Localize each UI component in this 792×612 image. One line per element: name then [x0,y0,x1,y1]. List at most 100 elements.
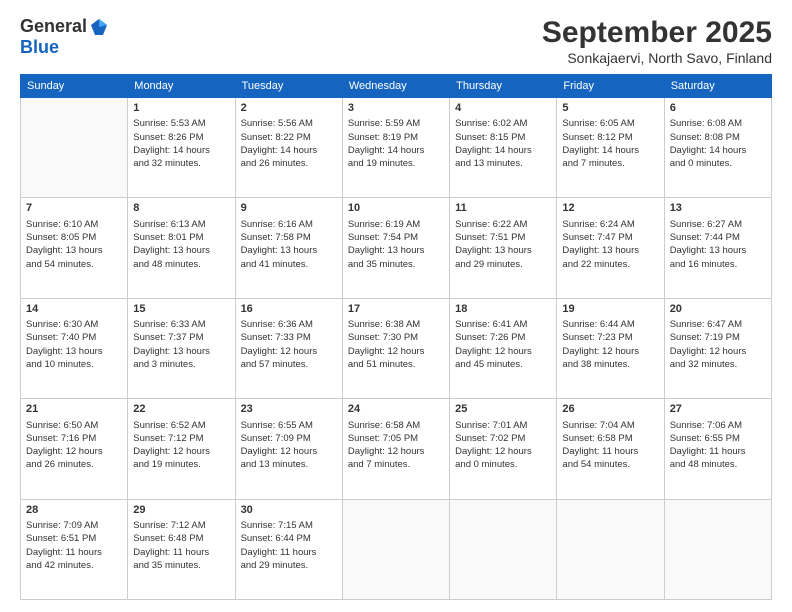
day-info: Daylight: 13 hours [26,345,122,358]
day-info: Daylight: 11 hours [670,445,766,458]
day-info: Sunrise: 7:12 AM [133,519,229,532]
table-row: 20Sunrise: 6:47 AMSunset: 7:19 PMDayligh… [664,298,771,398]
day-info: Sunrise: 6:27 AM [670,218,766,231]
day-info: Sunrise: 6:41 AM [455,318,551,331]
day-info: and 26 minutes. [241,157,337,170]
day-number: 20 [670,302,766,317]
day-info: Sunset: 6:48 PM [133,532,229,545]
page: General Blue September 2025 Sonkajaervi,… [0,0,792,612]
day-info: Daylight: 14 hours [455,144,551,157]
day-number: 7 [26,201,122,216]
day-info: Sunrise: 6:16 AM [241,218,337,231]
table-row: 7Sunrise: 6:10 AMSunset: 8:05 PMDaylight… [21,198,128,298]
header-saturday: Saturday [664,75,771,98]
logo: General Blue [20,16,109,58]
day-info: Daylight: 12 hours [455,345,551,358]
table-row: 30Sunrise: 7:15 AMSunset: 6:44 PMDayligh… [235,499,342,599]
day-info: and 10 minutes. [26,358,122,371]
day-info: Daylight: 14 hours [670,144,766,157]
day-info: Sunrise: 6:13 AM [133,218,229,231]
table-row: 25Sunrise: 7:01 AMSunset: 7:02 PMDayligh… [450,399,557,499]
day-number: 14 [26,302,122,317]
day-info: Sunset: 6:58 PM [562,432,658,445]
day-info: Sunset: 7:37 PM [133,331,229,344]
day-info: Sunset: 7:47 PM [562,231,658,244]
day-info: and 29 minutes. [241,559,337,572]
day-info: and 48 minutes. [670,458,766,471]
day-info: Daylight: 11 hours [241,546,337,559]
day-info: and 32 minutes. [133,157,229,170]
day-info: Sunset: 8:05 PM [26,231,122,244]
table-row: 6Sunrise: 6:08 AMSunset: 8:08 PMDaylight… [664,98,771,198]
table-row: 29Sunrise: 7:12 AMSunset: 6:48 PMDayligh… [128,499,235,599]
day-info: Daylight: 12 hours [348,345,444,358]
day-info: Daylight: 12 hours [241,445,337,458]
table-row: 23Sunrise: 6:55 AMSunset: 7:09 PMDayligh… [235,399,342,499]
header-monday: Monday [128,75,235,98]
day-info: Daylight: 12 hours [670,345,766,358]
day-info: Sunrise: 6:08 AM [670,117,766,130]
day-info: Sunrise: 6:33 AM [133,318,229,331]
calendar-week-row: 7Sunrise: 6:10 AMSunset: 8:05 PMDaylight… [21,198,772,298]
day-number: 26 [562,402,658,417]
day-info: Daylight: 14 hours [133,144,229,157]
day-info: Daylight: 13 hours [670,244,766,257]
table-row: 18Sunrise: 6:41 AMSunset: 7:26 PMDayligh… [450,298,557,398]
day-number: 1 [133,101,229,116]
day-info: and 19 minutes. [133,458,229,471]
day-info: Daylight: 13 hours [133,345,229,358]
day-info: Sunset: 7:23 PM [562,331,658,344]
day-info: Sunset: 6:44 PM [241,532,337,545]
day-number: 10 [348,201,444,216]
day-info: Sunset: 7:51 PM [455,231,551,244]
day-info: Daylight: 13 hours [133,244,229,257]
day-number: 18 [455,302,551,317]
logo-icon [89,17,109,37]
table-row: 9Sunrise: 6:16 AMSunset: 7:58 PMDaylight… [235,198,342,298]
day-info: Sunset: 7:40 PM [26,331,122,344]
day-info: Sunset: 8:12 PM [562,131,658,144]
table-row [342,499,449,599]
day-info: Daylight: 13 hours [241,244,337,257]
month-title: September 2025 [542,16,772,50]
day-info: and 13 minutes. [455,157,551,170]
day-info: Daylight: 14 hours [562,144,658,157]
table-row: 17Sunrise: 6:38 AMSunset: 7:30 PMDayligh… [342,298,449,398]
day-info: Daylight: 13 hours [348,244,444,257]
day-info: Sunrise: 6:36 AM [241,318,337,331]
day-number: 22 [133,402,229,417]
day-info: and 48 minutes. [133,258,229,271]
table-row: 21Sunrise: 6:50 AMSunset: 7:16 PMDayligh… [21,399,128,499]
table-row: 27Sunrise: 7:06 AMSunset: 6:55 PMDayligh… [664,399,771,499]
day-info: Daylight: 12 hours [562,345,658,358]
day-info: and 22 minutes. [562,258,658,271]
day-info: Sunrise: 7:01 AM [455,419,551,432]
day-info: and 29 minutes. [455,258,551,271]
day-info: Sunrise: 6:44 AM [562,318,658,331]
day-info: and 26 minutes. [26,458,122,471]
day-number: 21 [26,402,122,417]
day-info: and 51 minutes. [348,358,444,371]
header-sunday: Sunday [21,75,128,98]
day-info: and 54 minutes. [562,458,658,471]
day-info: Sunset: 7:02 PM [455,432,551,445]
day-info: Daylight: 12 hours [348,445,444,458]
day-number: 13 [670,201,766,216]
day-info: Sunrise: 7:04 AM [562,419,658,432]
day-info: Daylight: 13 hours [562,244,658,257]
day-info: Sunset: 7:44 PM [670,231,766,244]
day-info: Sunrise: 6:02 AM [455,117,551,130]
day-info: and 13 minutes. [241,458,337,471]
day-info: Sunset: 7:09 PM [241,432,337,445]
day-info: Daylight: 11 hours [562,445,658,458]
table-row: 1Sunrise: 5:53 AMSunset: 8:26 PMDaylight… [128,98,235,198]
day-number: 2 [241,101,337,116]
day-info: Sunrise: 7:09 AM [26,519,122,532]
day-info: Sunrise: 6:38 AM [348,318,444,331]
table-row: 12Sunrise: 6:24 AMSunset: 7:47 PMDayligh… [557,198,664,298]
day-number: 16 [241,302,337,317]
day-info: and 42 minutes. [26,559,122,572]
day-info: Daylight: 12 hours [133,445,229,458]
logo-blue-text: Blue [20,37,59,57]
day-number: 3 [348,101,444,116]
